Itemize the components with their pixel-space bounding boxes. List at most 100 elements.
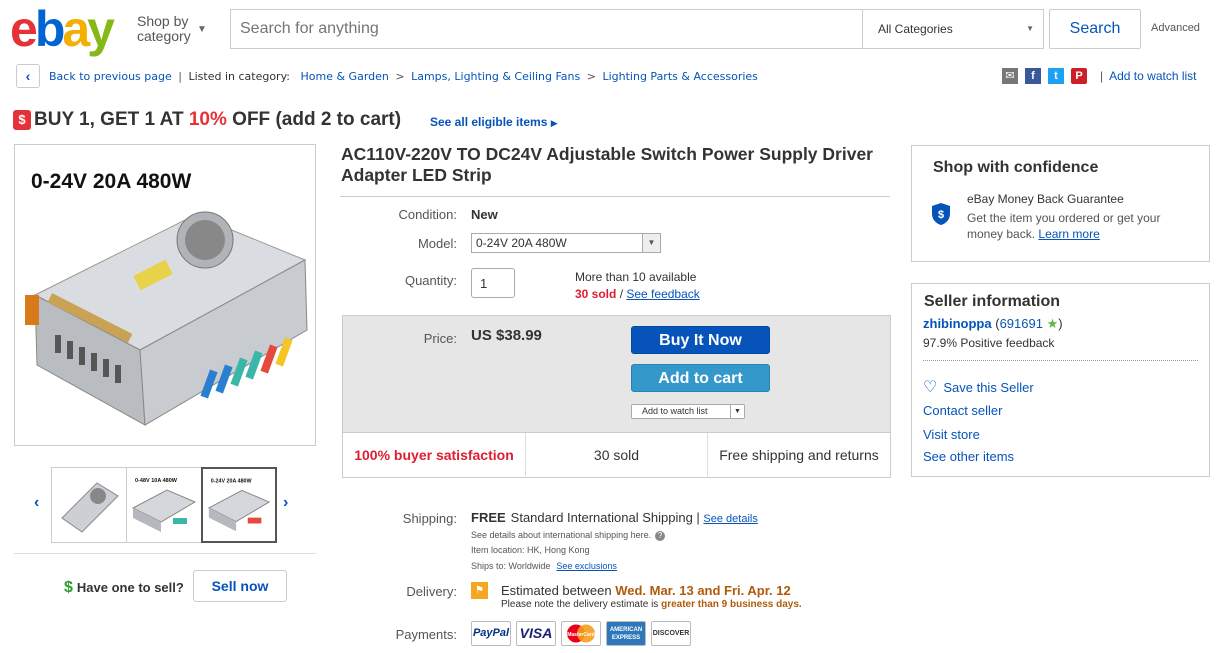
thumbnail-next-icon[interactable]: ›: [283, 494, 288, 512]
thumbnail-2[interactable]: 0-48V 10A 480W: [126, 467, 202, 543]
confidence-title: Shop with confidence: [933, 159, 1099, 176]
seller-score[interactable]: 691691: [1000, 316, 1043, 331]
search-button[interactable]: Search: [1049, 9, 1141, 49]
have-one-to-sell: $ Have one to sell?: [64, 579, 184, 597]
positive-feedback: 97.9% Positive feedback: [923, 336, 1055, 350]
add-to-watch-list-link[interactable]: | Add to watch list: [1100, 69, 1197, 83]
seller-name-link[interactable]: zhibinoppa: [923, 316, 992, 331]
promo-text-post: OFF (add 2 to cart): [226, 109, 402, 130]
breadcrumb-lamps[interactable]: Lamps, Lighting & Ceiling Fans: [411, 70, 580, 83]
divider: [923, 360, 1198, 361]
delivery-note: Please note the delivery estimate is gre…: [501, 599, 802, 610]
sell-now-button[interactable]: Sell now: [193, 570, 287, 602]
condition-label: Condition:: [398, 207, 457, 222]
thumbnail-1[interactable]: [51, 467, 127, 543]
divider: [340, 196, 890, 197]
shipping-free: FREE: [471, 510, 506, 525]
see-feedback-link[interactable]: See feedback: [626, 287, 699, 301]
thumbnail-3-selected[interactable]: 0-24V 20A 480W: [201, 467, 277, 543]
model-label: Model:: [417, 236, 457, 251]
learn-more-link[interactable]: Learn more: [1038, 227, 1099, 241]
condition-value: New: [471, 207, 498, 222]
back-to-previous-link[interactable]: Back to previous page: [49, 70, 172, 83]
mastercard-text: MasterCard: [567, 632, 595, 638]
promo-dollar-icon: $: [13, 110, 31, 130]
pinterest-icon[interactable]: P: [1071, 68, 1087, 84]
add-watch-label: Add to watch list: [642, 406, 708, 416]
thumbnail-prev-icon[interactable]: ‹: [34, 494, 39, 512]
separator: |: [178, 70, 182, 83]
add-to-watch-list-button[interactable]: Add to watch list ▼: [631, 404, 745, 419]
delivery-estimate: Estimated between Wed. Mar. 13 and Fri. …: [501, 583, 791, 598]
availability-text: More than 10 available: [575, 270, 697, 284]
category-select[interactable]: All Categories ▼: [862, 10, 1044, 48]
buyer-satisfaction-stat: 100% buyer satisfaction: [343, 433, 526, 478]
shield-icon: $: [932, 203, 950, 225]
free-shipping-stat: Free shipping and returns: [719, 447, 879, 463]
sell-label-text: Have one to sell?: [76, 580, 184, 595]
contact-seller-link[interactable]: Contact seller: [923, 403, 1002, 418]
logo-letter-b: b: [34, 1, 65, 57]
triangle-right-icon: ▶: [550, 118, 558, 128]
breadcrumb: Back to previous page | Listed in catego…: [49, 70, 758, 83]
quantity-label: Quantity:: [404, 273, 457, 288]
seller-name-line: zhibinoppa (691691 ★): [923, 316, 1063, 331]
see-exclusions-link[interactable]: See exclusions: [556, 561, 617, 571]
see-eligible-items-link[interactable]: See all eligible items ▶: [430, 115, 558, 129]
delivery-note-em: greater than 9 business days.: [661, 599, 802, 610]
shipping-method: Standard International Shipping: [510, 510, 693, 525]
paypal-icon: PayPal: [471, 621, 511, 646]
delivery-dates: Wed. Mar. 13 and Fri. Apr. 12: [615, 583, 791, 598]
thumbnail-caption: 0-24V 20A 480W: [211, 479, 253, 485]
visa-icon: VISA: [516, 621, 556, 646]
search-input[interactable]: [231, 10, 861, 48]
payments-label: Payments:: [395, 627, 457, 642]
promo-text-pre: BUY 1, GET 1 AT: [34, 109, 189, 130]
logo-letter-a: a: [62, 1, 90, 57]
breadcrumb-home-garden[interactable]: Home & Garden: [301, 70, 389, 83]
twitter-icon[interactable]: t: [1048, 68, 1064, 84]
see-details-link[interactable]: See details: [703, 513, 757, 525]
help-icon[interactable]: ?: [655, 531, 666, 541]
shop-by-category-button[interactable]: Shop by category ▼: [137, 14, 217, 44]
thumbnail-image: 0-48V 10A 480W: [131, 478, 197, 532]
seller-info-title: Seller information: [924, 293, 1061, 310]
model-select[interactable]: 0-24V 20A 480W ▼: [471, 233, 661, 253]
add-to-cart-button[interactable]: Add to cart: [631, 364, 770, 392]
listed-in-label: Listed in category:: [188, 70, 290, 83]
chevron-down-icon[interactable]: ▼: [730, 405, 744, 418]
ebay-logo[interactable]: ebay: [10, 4, 130, 54]
back-arrow-icon[interactable]: ‹: [16, 64, 40, 88]
email-icon[interactable]: ✉: [1002, 68, 1018, 84]
advanced-search-link[interactable]: Advanced: [1151, 22, 1200, 34]
thumbnail-image: [61, 482, 119, 533]
visit-store-link[interactable]: Visit store: [923, 427, 980, 442]
amex-icon: AMERICAN EXPRESS: [606, 621, 646, 646]
see-other-items-link[interactable]: See other items: [923, 449, 1014, 464]
sold-count[interactable]: 30 sold: [575, 287, 616, 301]
search-bar: All Categories ▼: [230, 9, 1044, 49]
promo-percent: 10%: [188, 109, 227, 130]
facebook-icon[interactable]: f: [1025, 68, 1041, 84]
svg-text:$: $: [938, 209, 944, 221]
quantity-input[interactable]: 1: [471, 268, 515, 298]
delivery-pre: Estimated between: [501, 583, 616, 598]
flag-icon: ⚑: [471, 582, 488, 599]
power-supply-image: 0-24V 20A 480W: [25, 170, 308, 426]
save-seller-link[interactable]: ♡ Save this Seller: [923, 377, 1034, 397]
buy-it-now-button[interactable]: Buy It Now: [631, 326, 770, 354]
product-title: AC110V-220V TO DC24V Adjustable Switch P…: [341, 144, 873, 185]
chevron-down-icon: ▼: [197, 24, 207, 35]
mastercard-icon: MasterCard: [561, 621, 601, 646]
delivery-label: Delivery:: [406, 584, 457, 599]
breadcrumb-lighting-parts[interactable]: Lighting Parts & Accessories: [602, 70, 757, 83]
dropdown-arrow-icon: ▼: [1026, 24, 1034, 33]
price-label: Price:: [423, 331, 457, 346]
stats-row: 100% buyer satisfaction 30 sold Free shi…: [343, 432, 890, 478]
category-select-value: All Categories: [878, 22, 953, 36]
shipping-line: FREE Standard International Shipping | Se…: [471, 510, 758, 525]
main-product-image[interactable]: 0-24V 20A 480W: [14, 144, 316, 446]
breadcrumb-chevron: >: [586, 70, 596, 83]
item-location: Item location: HK, Hong Kong: [471, 545, 590, 555]
divider: [14, 553, 316, 554]
